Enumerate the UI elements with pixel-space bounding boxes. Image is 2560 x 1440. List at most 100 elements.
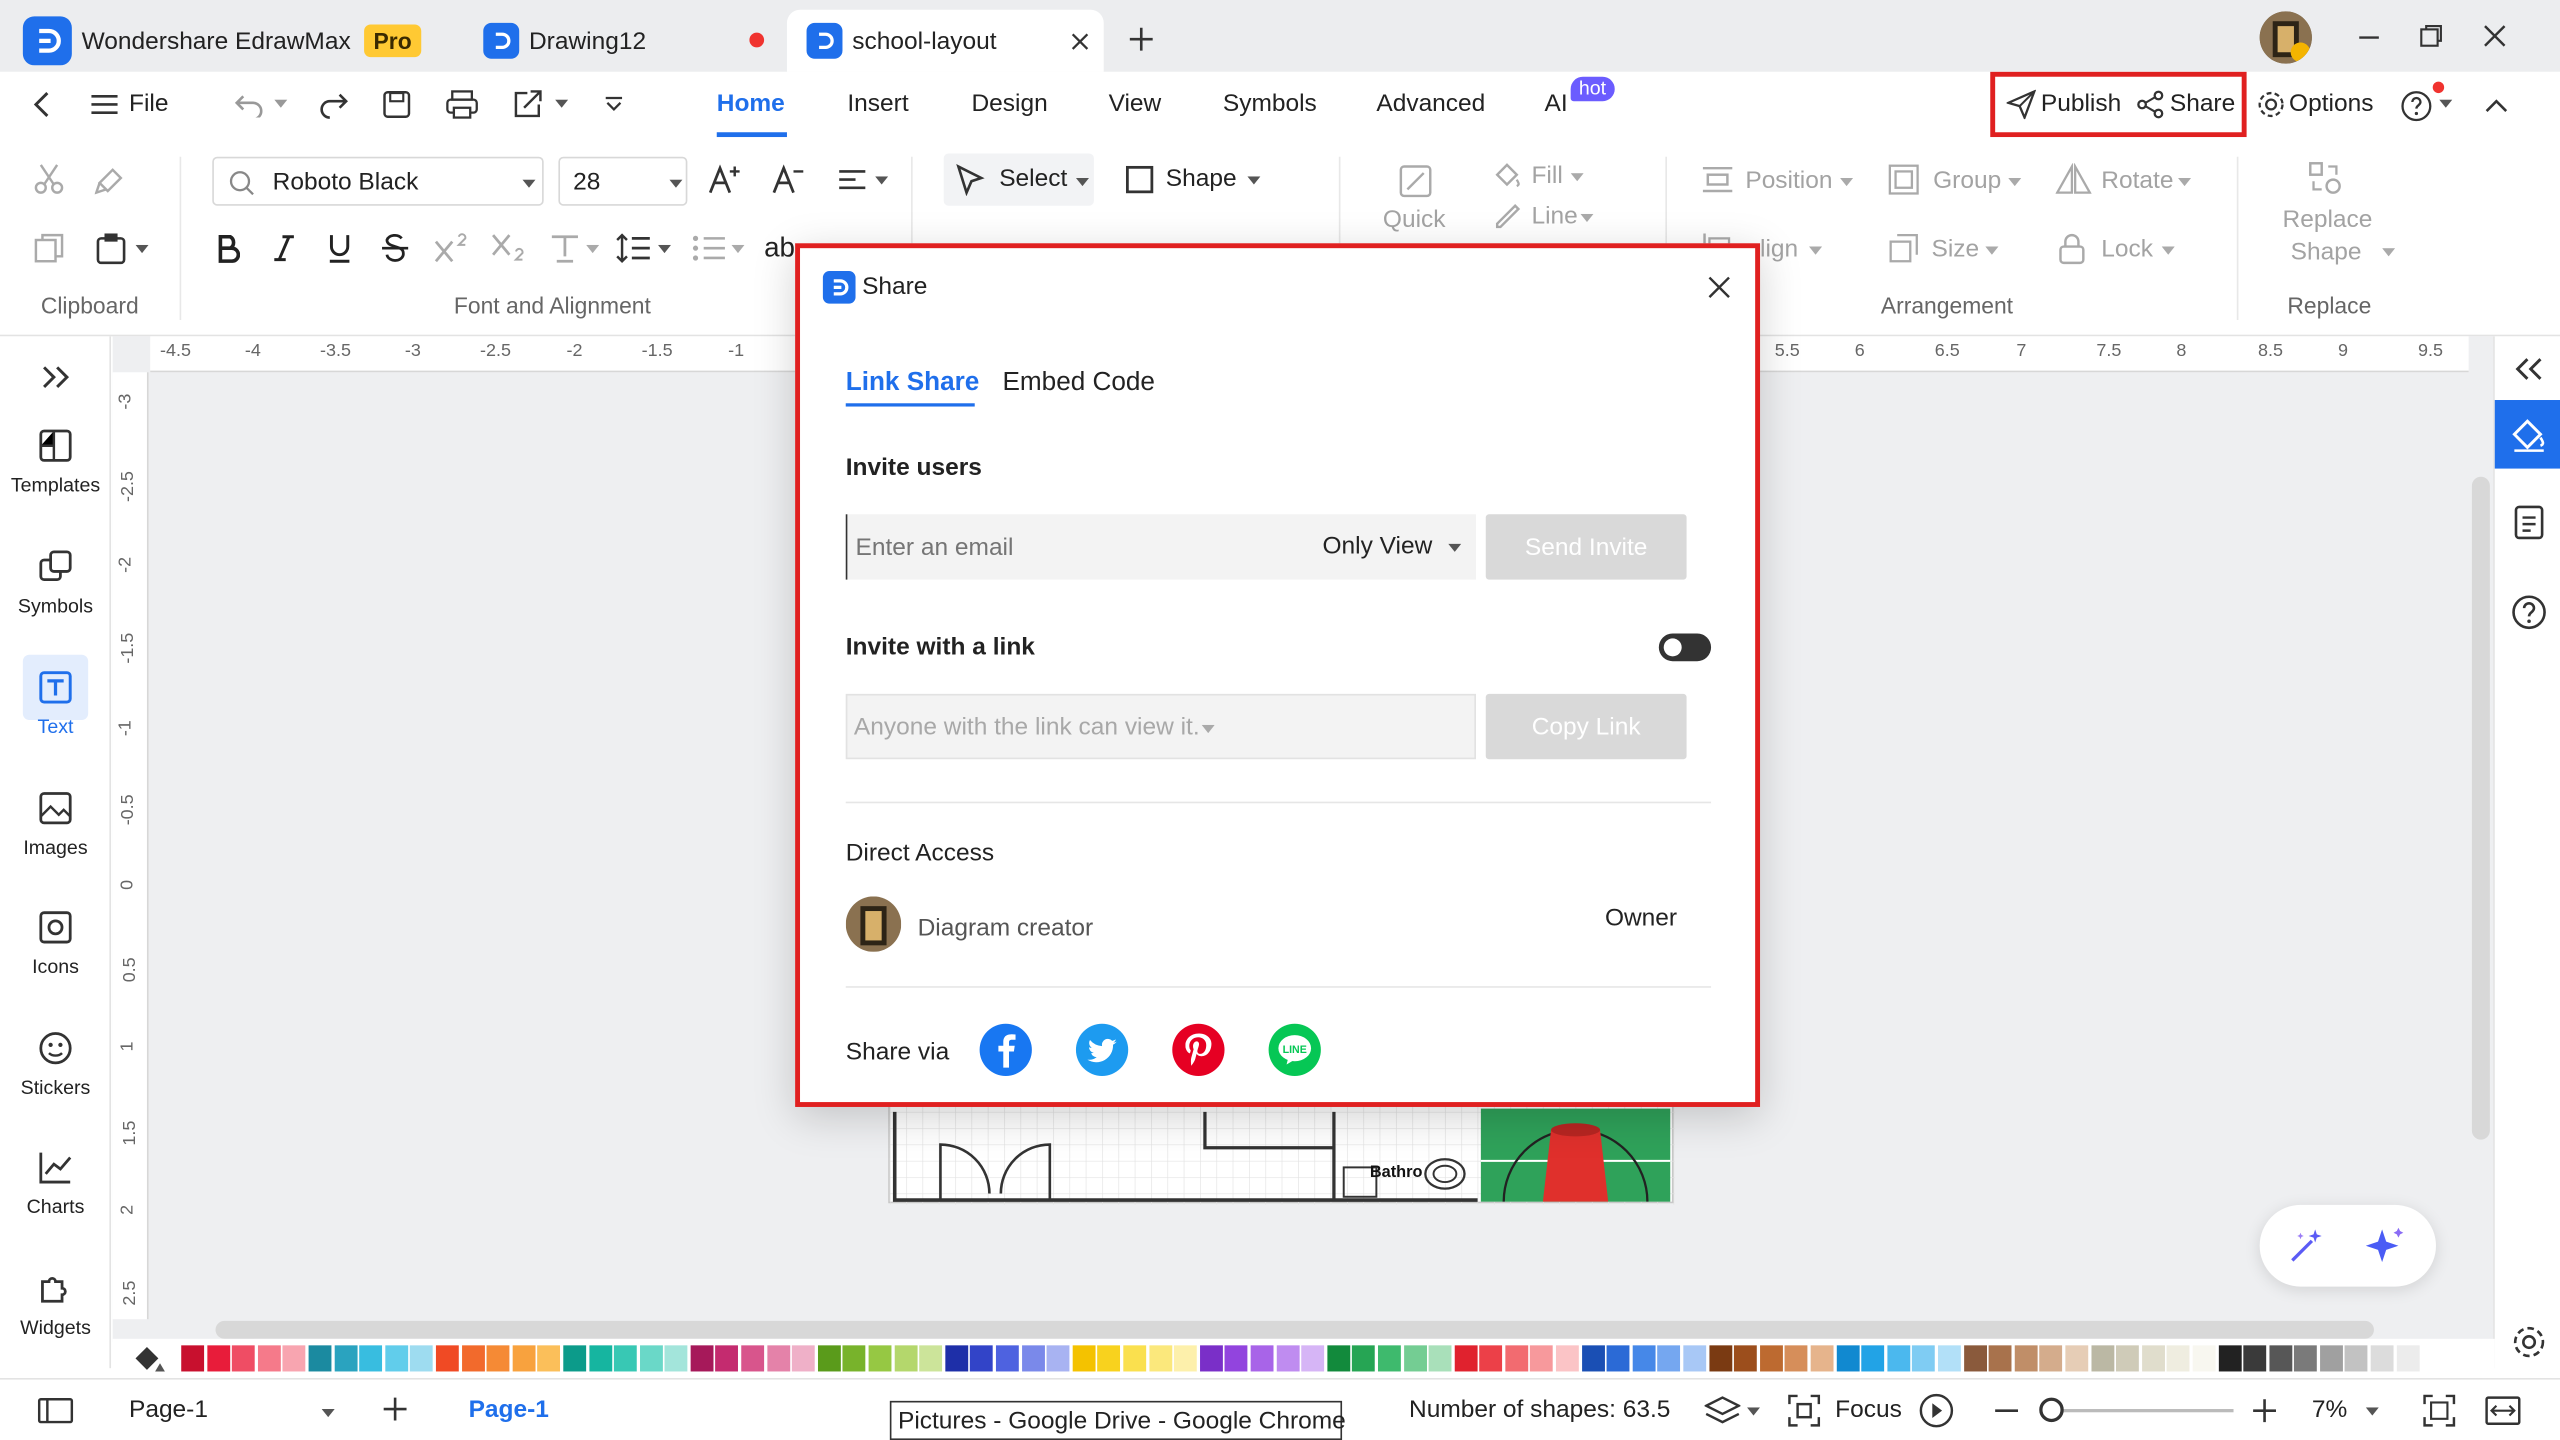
- replace-shape-label-1[interactable]: Replace: [2283, 206, 2373, 234]
- color-swatch[interactable]: [1326, 1345, 1350, 1372]
- copy-icon[interactable]: [29, 229, 68, 268]
- menu-symbols[interactable]: Symbols: [1223, 90, 1317, 118]
- superscript-icon[interactable]: [431, 229, 473, 268]
- color-swatch[interactable]: [1352, 1345, 1376, 1372]
- menu-home[interactable]: Home: [717, 90, 785, 118]
- select-tool[interactable]: Select: [943, 153, 1094, 206]
- size-button[interactable]: Size: [1931, 235, 1979, 263]
- sidebar-item-widgets[interactable]: Widgets: [0, 1270, 111, 1339]
- color-swatch[interactable]: [1683, 1345, 1707, 1372]
- color-swatch[interactable]: [1556, 1345, 1579, 1372]
- position-dropdown-icon[interactable]: [1838, 175, 1854, 188]
- lock-icon[interactable]: [2056, 232, 2089, 265]
- align-button[interactable]: lign: [1760, 235, 1798, 263]
- color-swatch[interactable]: [868, 1345, 892, 1372]
- color-swatch[interactable]: [1861, 1345, 1885, 1372]
- line-dropdown-icon[interactable]: [1579, 211, 1595, 224]
- collapse-ribbon-icon[interactable]: [2482, 90, 2511, 119]
- line-app-icon[interactable]: LINE: [1268, 1023, 1321, 1076]
- color-swatch[interactable]: [1123, 1345, 1147, 1372]
- color-swatch[interactable]: [1657, 1345, 1681, 1372]
- layers-icon[interactable]: [1703, 1393, 1742, 1429]
- bold-icon[interactable]: [209, 229, 248, 268]
- help-icon[interactable]: [2400, 90, 2433, 123]
- color-swatch[interactable]: [384, 1345, 408, 1372]
- color-swatch[interactable]: [1072, 1345, 1096, 1372]
- send-invite-button[interactable]: Send Invite: [1485, 514, 1687, 580]
- menu-ai[interactable]: AI: [1545, 90, 1568, 118]
- color-swatch[interactable]: [2039, 1345, 2063, 1372]
- color-swatch[interactable]: [2243, 1345, 2267, 1372]
- copy-link-button[interactable]: Copy Link: [1485, 693, 1687, 760]
- lock-button[interactable]: Lock: [2101, 235, 2153, 263]
- replace-dropdown-icon[interactable]: [2380, 245, 2396, 258]
- fit-width-icon[interactable]: [2485, 1393, 2521, 1429]
- focus-button[interactable]: Focus: [1835, 1396, 1902, 1424]
- color-swatch[interactable]: [690, 1345, 714, 1372]
- line-pen-icon[interactable]: [1492, 199, 1521, 229]
- zoom-slider-thumb[interactable]: [2039, 1397, 2064, 1423]
- color-swatch[interactable]: [1836, 1345, 1859, 1372]
- color-swatch[interactable]: [359, 1345, 383, 1372]
- group-icon[interactable]: [1887, 163, 1920, 196]
- publish-icon[interactable]: [2006, 89, 2036, 120]
- increase-font-icon[interactable]: [705, 160, 744, 199]
- color-swatch[interactable]: [2167, 1345, 2190, 1372]
- line-label[interactable]: Line: [1531, 202, 1577, 230]
- color-swatch[interactable]: [1428, 1345, 1452, 1372]
- color-swatch[interactable]: [1250, 1345, 1274, 1372]
- color-swatch[interactable]: [1912, 1345, 1936, 1372]
- rotate-button[interactable]: Rotate: [2101, 167, 2173, 195]
- gear-icon[interactable]: [2256, 90, 2285, 119]
- restore-icon[interactable]: [2416, 21, 2445, 50]
- paste-icon[interactable]: [91, 229, 130, 268]
- menu-advanced[interactable]: Advanced: [1376, 90, 1485, 118]
- align-icon[interactable]: [834, 160, 870, 199]
- align-dropdown-icon[interactable]: [1807, 243, 1823, 256]
- lock-dropdown-icon[interactable]: [2160, 243, 2176, 256]
- color-swatch[interactable]: [537, 1345, 561, 1372]
- font-family-dropdown[interactable]: Roboto Black: [212, 156, 544, 206]
- rotate-dropdown-icon[interactable]: [2176, 175, 2192, 188]
- color-swatch[interactable]: [945, 1345, 968, 1372]
- color-swatch[interactable]: [894, 1345, 917, 1372]
- collapse-right-panel-icon[interactable]: [2511, 351, 2547, 387]
- close-window-icon[interactable]: [2480, 21, 2509, 50]
- color-swatch[interactable]: [614, 1345, 637, 1372]
- options-button[interactable]: Options: [2289, 90, 2373, 118]
- color-swatch[interactable]: [792, 1345, 816, 1372]
- color-swatch[interactable]: [970, 1345, 994, 1372]
- settings-gear-icon[interactable]: [2511, 1324, 2547, 1360]
- color-swatch[interactable]: [2396, 1345, 2420, 1372]
- color-swatch[interactable]: [639, 1345, 663, 1372]
- color-swatch[interactable]: [1301, 1345, 1325, 1372]
- share-icon[interactable]: [2136, 90, 2165, 119]
- zoom-out-icon[interactable]: [1992, 1396, 2021, 1425]
- italic-icon[interactable]: [264, 229, 303, 268]
- color-swatch[interactable]: [1174, 1345, 1198, 1372]
- bullet-list-icon[interactable]: [689, 229, 728, 268]
- color-swatch[interactable]: [1276, 1345, 1299, 1372]
- color-swatch[interactable]: [741, 1345, 765, 1372]
- fill-bucket-icon[interactable]: [1492, 160, 1521, 189]
- text-style-icon[interactable]: [545, 229, 584, 268]
- replace-shape-icon[interactable]: [2307, 160, 2343, 196]
- color-swatch[interactable]: [1759, 1345, 1783, 1372]
- color-swatch[interactable]: [1581, 1345, 1605, 1372]
- color-swatch[interactable]: [435, 1345, 459, 1372]
- color-swatch[interactable]: [410, 1345, 434, 1372]
- color-swatch[interactable]: [206, 1345, 230, 1372]
- position-icon[interactable]: [1701, 163, 1734, 196]
- color-swatch[interactable]: [1708, 1345, 1732, 1372]
- color-swatch[interactable]: [1887, 1345, 1910, 1372]
- color-swatch[interactable]: [1505, 1345, 1529, 1372]
- shape-button[interactable]: Shape: [1166, 165, 1237, 193]
- color-swatch[interactable]: [1225, 1345, 1248, 1372]
- size-icon[interactable]: [1887, 232, 1920, 265]
- color-swatch[interactable]: [2370, 1345, 2394, 1372]
- vertical-scrollbar[interactable]: [2471, 476, 2490, 1140]
- fill-dropdown-icon[interactable]: [1569, 170, 1585, 183]
- tab-drawing12[interactable]: Drawing12: [483, 10, 774, 72]
- share-button[interactable]: Share: [2170, 90, 2235, 118]
- color-swatch[interactable]: [512, 1345, 536, 1372]
